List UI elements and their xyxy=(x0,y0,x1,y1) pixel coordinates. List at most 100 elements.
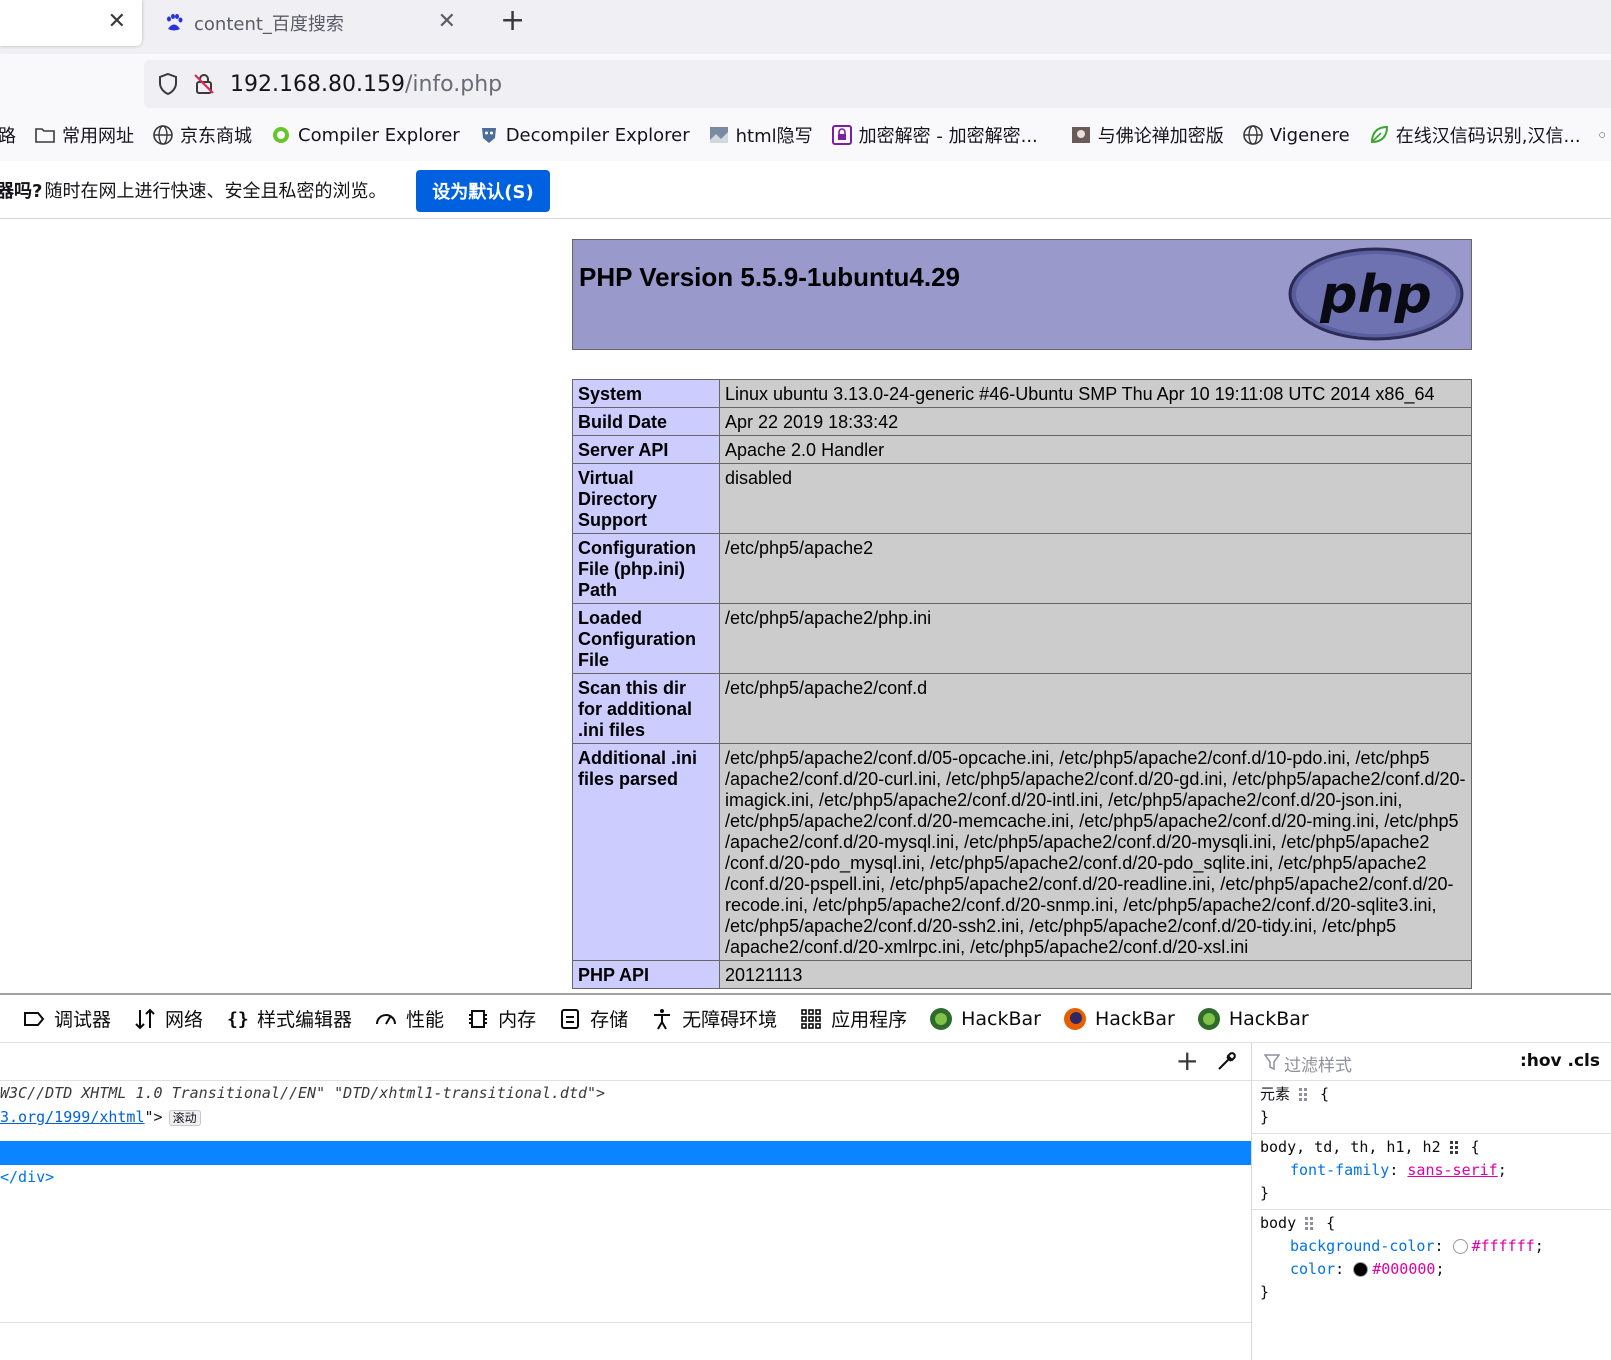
table-row: Loaded Configuration File/etc/php5/apach… xyxy=(572,603,1472,674)
tab-application[interactable]: 应用程序 xyxy=(799,1005,907,1032)
bookmark-label: Vigenere xyxy=(1269,124,1350,146)
style-editor-icon: {} xyxy=(227,1009,249,1030)
hov-cls-toggles[interactable]: :hov .cls xyxy=(1520,1051,1600,1071)
rule-selector[interactable]: body xyxy=(1260,1214,1296,1232)
image-icon xyxy=(1071,127,1090,143)
php-version-header: PHP Version 5.5.9-1ubuntu4.29 php xyxy=(572,239,1472,350)
url-host: 192.168.80.159 xyxy=(230,71,405,97)
eyedropper-icon[interactable] xyxy=(1215,1049,1239,1073)
tab-label: HackBar xyxy=(1228,1007,1309,1030)
xmlns-link[interactable]: 3.org/1999/xhtml xyxy=(0,1108,145,1126)
color-swatch[interactable] xyxy=(1452,1239,1468,1254)
tab-performance[interactable]: 性能 xyxy=(374,1005,444,1032)
table-row: Server API Apache 2.0 Handler xyxy=(572,435,1472,464)
breadcrumb-separator xyxy=(0,1322,1251,1323)
css-value[interactable]: #ffffff xyxy=(1472,1237,1535,1255)
bookmark-item[interactable]: 京东商城 xyxy=(152,122,252,148)
tab-accessibility[interactable]: 无障碍环境 xyxy=(650,1005,777,1032)
bookmark-label: 路 xyxy=(0,126,16,147)
close-icon[interactable]: ✕ xyxy=(438,11,456,33)
row-key: Server API xyxy=(572,435,720,464)
tab-memory[interactable]: 内存 xyxy=(466,1005,536,1032)
grid-icon[interactable] xyxy=(1298,1087,1312,1101)
grid-icon[interactable] xyxy=(1304,1216,1318,1230)
bookmark-item[interactable]: Decompiler Explorer xyxy=(478,124,690,146)
row-value: Apr 22 2019 18:33:42 xyxy=(719,407,1472,436)
tab-label: 内存 xyxy=(498,1009,537,1031)
tab-label: 网络 xyxy=(165,1009,204,1031)
hackbar-green-icon xyxy=(1197,1007,1220,1030)
css-value[interactable]: sans-serif xyxy=(1407,1161,1497,1179)
bookmark-label: Compiler Explorer xyxy=(298,124,460,146)
php-logo-icon[interactable]: php xyxy=(1287,246,1465,342)
globe-icon[interactable] xyxy=(1598,124,1605,146)
php-info-table: System Linux ubuntu 3.13.0-24-generic #46… xyxy=(572,379,1472,989)
bookmark-item[interactable]: 与佛论禅加密版 xyxy=(1070,122,1224,148)
markup-panel: + W3C//DTD XHTML 1.0 Transitional//EN" "… xyxy=(0,1043,1251,1360)
set-default-button[interactable]: 设为默认(S) xyxy=(416,170,550,212)
bookmark-label: html隐写 xyxy=(735,126,813,147)
tab-title: content_百度搜索 xyxy=(194,14,344,35)
doctype-line[interactable]: W3C//DTD XHTML 1.0 Transitional//EN" "DT… xyxy=(0,1081,1251,1105)
url-path: /info.php xyxy=(404,71,503,97)
css-value[interactable]: #000000 xyxy=(1372,1260,1435,1278)
image-icon xyxy=(709,127,728,143)
css-property[interactable]: background-color xyxy=(1260,1237,1435,1255)
css-property[interactable]: font-family xyxy=(1260,1161,1389,1179)
html-tag-line[interactable]: 3.org/1999/xhtml"> 滚动 xyxy=(0,1105,1251,1129)
color-swatch[interactable] xyxy=(1353,1262,1369,1277)
bookmark-item[interactable]: Vigenere xyxy=(1242,124,1350,146)
scroll-badge[interactable]: 滚动 xyxy=(168,1110,201,1126)
close-icon[interactable]: ✕ xyxy=(108,11,126,33)
insecure-lock-icon[interactable] xyxy=(192,72,216,96)
url-text[interactable]: 192.168.80.159/info.php xyxy=(230,72,502,97)
bookmark-label: 常用网址 xyxy=(62,126,134,147)
css-property[interactable]: color xyxy=(1260,1260,1335,1278)
div-close-line[interactable]: </div> xyxy=(0,1165,1251,1189)
tab-style-editor[interactable]: {} 样式编辑器 xyxy=(225,1005,352,1032)
tab-hackbar-3[interactable]: HackBar xyxy=(1197,1007,1309,1031)
selected-node-line[interactable] xyxy=(0,1141,1251,1165)
row-key: Configuration File (php.ini) Path xyxy=(572,533,720,604)
tab-network[interactable]: 网络 xyxy=(133,1005,203,1032)
tab-label: 性能 xyxy=(406,1009,445,1031)
tab-label: 存储 xyxy=(590,1009,629,1031)
css-rule-body: body{ background-color: #ffffff; color: … xyxy=(1260,1214,1544,1301)
shield-icon[interactable] xyxy=(156,72,180,96)
bookmark-item[interactable]: Compiler Explorer xyxy=(270,124,460,146)
table-row: PHP API 20121113 xyxy=(572,960,1472,989)
new-tab-plus-icon[interactable]: + xyxy=(500,6,525,36)
bookmark-label: 京东商城 xyxy=(180,126,252,147)
bookmark-folder[interactable]: 常用网址 xyxy=(34,122,134,148)
bookmark-item[interactable]: 加密解密 - 加密解密... xyxy=(831,122,1038,148)
php-version-title: PHP Version 5.5.9-1ubuntu4.29 xyxy=(579,262,960,292)
grid-icon[interactable] xyxy=(1449,1140,1463,1154)
tab-active[interactable]: ✕ xyxy=(0,0,142,46)
hackbar-orange-icon xyxy=(1064,1007,1086,1030)
row-key: PHP API xyxy=(572,960,720,989)
rules-panel: 过滤样式 :hov .cls 元素{ } body, td, th, h1, h… xyxy=(1251,1043,1611,1360)
page-content: PHP Version 5.5.9-1ubuntu4.29 php System… xyxy=(0,221,1611,997)
table-row: Build Date Apr 22 2019 18:33:42 xyxy=(572,407,1472,436)
row-value: disabled xyxy=(719,463,1472,534)
row-key: Build Date xyxy=(572,407,720,436)
filter-styles-input[interactable]: 过滤样式 xyxy=(1284,1051,1352,1076)
svg-text:{}: {} xyxy=(227,1009,249,1030)
tab-hackbar-2[interactable]: HackBar xyxy=(1063,1007,1175,1031)
add-node-icon[interactable]: + xyxy=(1176,1047,1199,1075)
tab-debugger[interactable]: 调试器 xyxy=(22,1005,111,1032)
lock-app-icon xyxy=(831,125,852,145)
table-row: Configuration File (php.ini) Path/etc/ph… xyxy=(572,533,1472,604)
tab-storage[interactable]: 存储 xyxy=(558,1005,628,1032)
bookmark-item[interactable]: 路 xyxy=(0,122,16,148)
bookmark-item[interactable]: 在线汉信码识别,汉信... xyxy=(1368,122,1581,148)
tab-baidu-search[interactable]: content_百度搜索 ✕ xyxy=(156,0,474,46)
row-key: System xyxy=(572,379,720,408)
tab-strip: ✕ content_百度搜索 ✕ + xyxy=(0,0,1611,54)
bookmark-item[interactable]: html隐写 xyxy=(708,122,813,148)
row-key: Additional .ini files parsed xyxy=(572,743,720,961)
tab-hackbar-1[interactable]: HackBar xyxy=(929,1007,1041,1031)
row-value: /etc/php5/apache2/conf.d/05-opcache.ini,… xyxy=(719,743,1472,961)
rule-selector[interactable]: body, td, th, h1, h2 xyxy=(1260,1138,1441,1156)
url-bar[interactable]: 192.168.80.159/info.php xyxy=(144,60,1611,108)
